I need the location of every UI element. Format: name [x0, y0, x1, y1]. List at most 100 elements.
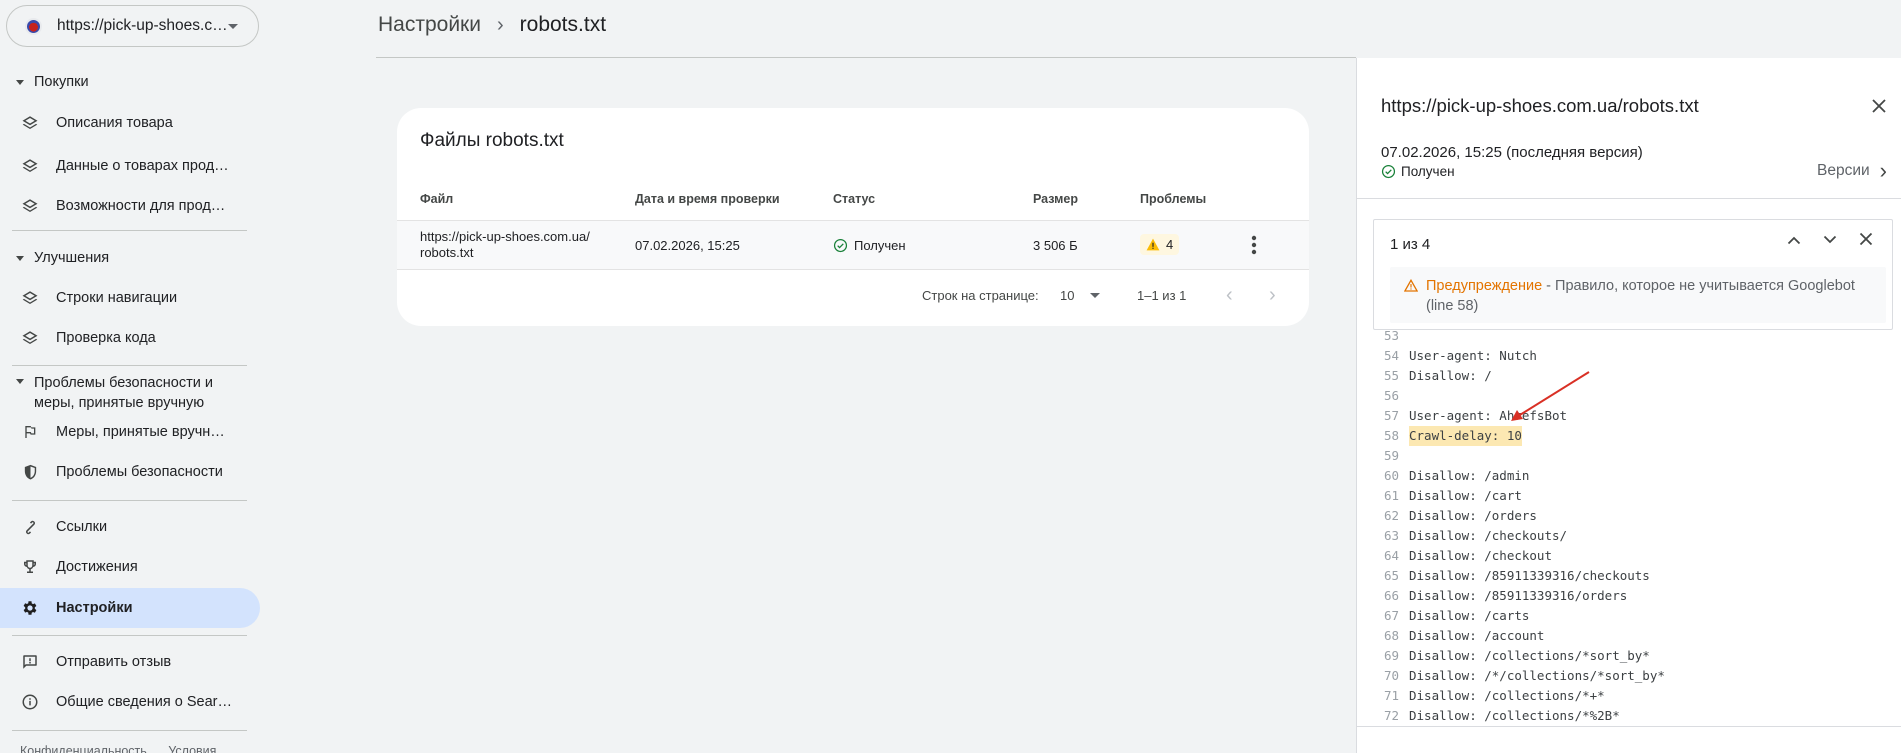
sidebar-item-security-issues[interactable]: Проблемы безопасности [0, 452, 260, 492]
version-date: 07.02.2026, 15:25 (последняя версия) [1381, 144, 1643, 161]
divider [12, 730, 247, 731]
code-text: Disallow: / [1409, 368, 1492, 383]
column-header-date: Дата и время проверки [635, 192, 780, 206]
sidebar-item-about[interactable]: Общие сведения о Sear… [0, 682, 260, 722]
close-icon[interactable] [1871, 94, 1887, 120]
line-number: 72 [1383, 708, 1399, 723]
date-cell: 07.02.2026, 15:25 [635, 238, 740, 253]
issue-nav-controls [1776, 232, 1884, 251]
previous-issue-icon[interactable] [1776, 232, 1812, 251]
property-selector[interactable]: https://pick-up-shoes.c… [6, 5, 259, 47]
sidebar-item-shopping-opportunities[interactable]: Возможности для прод… [0, 186, 260, 226]
property-url: https://pick-up-shoes.c… [57, 17, 228, 34]
line-number: 68 [1383, 628, 1399, 643]
shield-icon [20, 462, 40, 482]
line-number: 69 [1383, 648, 1399, 663]
code-text: Disallow: /account [1409, 628, 1545, 643]
panel-bottom-divider [1357, 726, 1901, 727]
robots-code-view: 53 54 User-agent: Nutch 55 Disallow: /56 57 Us… [1357, 326, 1901, 726]
code-text: Disallow: /collections/*%2B* [1409, 708, 1620, 723]
link-icon [20, 517, 40, 537]
code-text: Disallow: /*/collections/*sort_by* [1409, 668, 1665, 683]
code-text: User-agent: Nutch [1409, 348, 1537, 363]
robots-details-panel: https://pick-up-shoes.com.ua/robots.txt … [1356, 58, 1901, 753]
line-number: 63 [1383, 528, 1399, 543]
section-enhancements[interactable]: Улучшения [16, 250, 109, 266]
sidebar-item-achievements[interactable]: Достижения [0, 547, 260, 587]
prev-page-icon[interactable]: ‹ [1226, 284, 1233, 307]
table-row[interactable]: https://pick-up-shoes.com.ua/ robots.txt… [397, 220, 1309, 270]
warning-icon [1403, 278, 1419, 297]
line-number: 55 [1383, 368, 1399, 383]
sidebar-item-label: Проверка кода [56, 330, 156, 346]
section-label: Покупки [34, 74, 89, 90]
line-number: 62 [1383, 508, 1399, 523]
more-menu-icon[interactable] [1251, 235, 1257, 258]
versions-label: Версии [1817, 162, 1870, 179]
code-text: Disallow: /orders [1409, 508, 1537, 523]
file-url-line2: robots.txt [420, 245, 474, 260]
flag-icon [20, 422, 40, 442]
warning-label: Предупреждение [1426, 278, 1543, 294]
sidebar-item-code-check[interactable]: Проверка кода [0, 318, 260, 358]
rows-per-page-select[interactable]: 10 [1060, 288, 1101, 303]
sidebar-item-breadcrumbs[interactable]: Строки навигации [0, 278, 260, 318]
breadcrumb: Настройки › robots.txt [378, 13, 606, 37]
column-header-problems: Проблемы [1140, 192, 1207, 206]
section-security[interactable]: Проблемы безопасности и меры, принятые в… [16, 373, 246, 413]
file-cell: https://pick-up-shoes.com.ua/ robots.txt [420, 229, 590, 261]
column-header-size: Размер [1033, 192, 1079, 206]
sidebar-item-product-snippets[interactable]: Описания товара [0, 103, 260, 143]
info-icon [20, 692, 40, 712]
terms-link[interactable]: Условия [168, 744, 216, 753]
sidebar-item-label: Меры, принятые вручн… [56, 424, 225, 440]
line-number: 61 [1383, 488, 1399, 503]
sidebar-item-links[interactable]: Ссылки [0, 507, 260, 547]
sidebar-item-merchant-listings[interactable]: Данные о товарах прод… [0, 146, 260, 186]
panel-title: https://pick-up-shoes.com.ua/robots.txt [1381, 95, 1699, 116]
status-text: Получен [854, 238, 906, 253]
line-number: 57 [1383, 408, 1399, 423]
section-shopping[interactable]: Покупки [16, 74, 89, 90]
privacy-link[interactable]: Конфиденциальность [20, 744, 147, 753]
fetch-status: Получен [1381, 164, 1455, 179]
line-number: 59 [1383, 448, 1399, 463]
panel-divider [1357, 198, 1901, 199]
page-title: robots.txt [519, 13, 607, 36]
site-favicon [25, 17, 42, 35]
line-number: 54 [1383, 348, 1399, 363]
sidebar-item-label: Возможности для прод… [56, 198, 226, 214]
next-page-icon[interactable]: › [1269, 284, 1276, 307]
section-label: Улучшения [34, 250, 110, 266]
code-text: Disallow: /collections/*+* [1409, 688, 1605, 703]
search-console-robots-page: https://pick-up-shoes.c… Покупки Описани… [0, 0, 1901, 753]
sidebar-item-manual-actions[interactable]: Меры, принятые вручн… [0, 412, 260, 452]
divider [12, 635, 247, 636]
fetch-status-text: Получен [1401, 164, 1455, 179]
problems-badge[interactable]: 4 [1140, 234, 1180, 255]
line-number: 60 [1383, 468, 1399, 483]
code-text: Disallow: /checkouts/ [1409, 528, 1568, 543]
sidebar-item-feedback[interactable]: Отправить отзыв [0, 642, 260, 682]
line-number: 56 [1383, 388, 1399, 403]
trophy-icon [20, 557, 40, 577]
collapse-arrow-icon [16, 379, 24, 384]
code-text: Disallow: /checkout [1409, 548, 1552, 563]
column-header-status: Статус [833, 192, 876, 206]
sidebar: https://pick-up-shoes.c… Покупки Описани… [0, 0, 268, 753]
sidebar-item-settings[interactable]: Настройки [0, 588, 260, 628]
check-circle-icon [833, 238, 848, 253]
divider [12, 500, 247, 501]
next-issue-icon[interactable] [1812, 232, 1848, 251]
highlighted-code-text: Crawl-delay: 10 [1409, 426, 1522, 446]
versions-button[interactable]: Версии › [1817, 158, 1887, 184]
issue-counter: 1 из 4 [1390, 236, 1431, 253]
check-circle-icon [1381, 164, 1396, 179]
section-label: Проблемы безопасности и меры, принятые в… [34, 375, 213, 411]
header-divider [376, 57, 1356, 58]
close-issue-icon[interactable] [1848, 232, 1884, 251]
line-number: 53 [1383, 328, 1399, 343]
breadcrumb-parent[interactable]: Настройки [378, 13, 481, 37]
issue-navigator: 1 из 4 Предупреждение - Правило, которое… [1373, 219, 1893, 330]
size-cell: 3 506 Б [1033, 238, 1078, 253]
